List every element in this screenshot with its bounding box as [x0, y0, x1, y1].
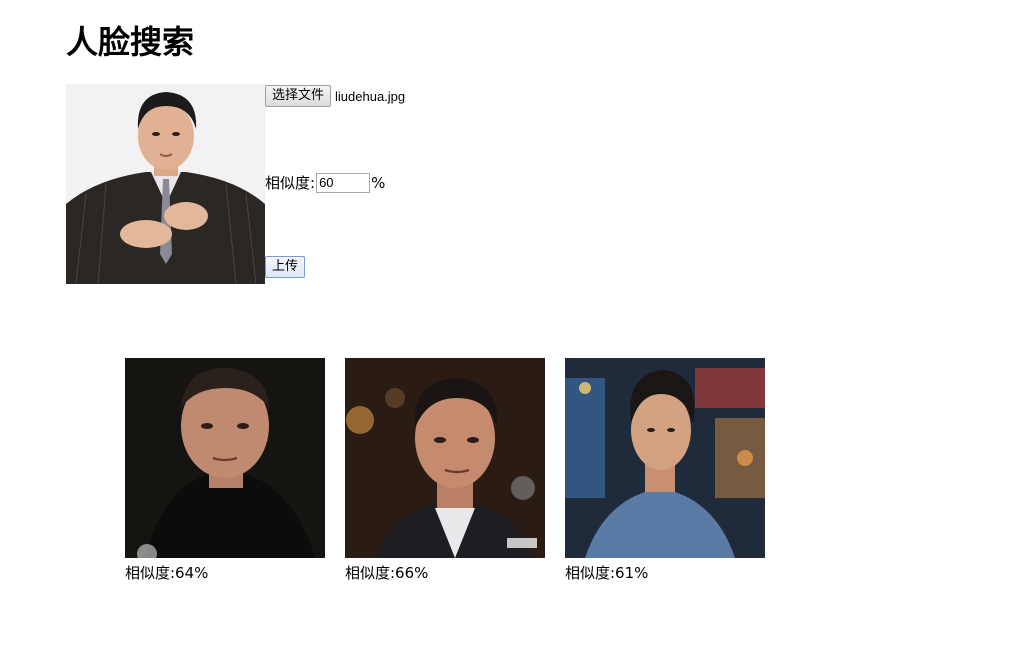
- upload-button[interactable]: 上传: [265, 256, 306, 278]
- result-similarity: 相似度:64%: [125, 564, 209, 582]
- file-picker-row: 选择文件 liudehua.jpg: [265, 85, 405, 107]
- choose-file-button[interactable]: 选择文件: [265, 85, 332, 107]
- page-title: 人脸搜索: [66, 23, 195, 61]
- result-card: 相似度:66%: [345, 358, 545, 588]
- result-photo[interactable]: [125, 358, 325, 558]
- similarity-unit: %: [371, 173, 386, 192]
- selected-file-name: liudehua.jpg: [335, 88, 406, 104]
- results-list: 相似度:64% 相似度:66% 相似度:61%: [125, 358, 765, 588]
- result-similarity: 相似度:61%: [565, 564, 649, 582]
- result-photo[interactable]: [565, 358, 765, 558]
- similarity-input[interactable]: [316, 172, 371, 193]
- similarity-label: 相似度:: [265, 174, 316, 192]
- result-card: 相似度:61%: [565, 358, 765, 588]
- query-photo: [66, 84, 265, 284]
- result-photo[interactable]: [345, 358, 545, 558]
- upload-row: 上传: [265, 256, 306, 278]
- similarity-row: 相似度: %: [265, 172, 385, 193]
- result-similarity: 相似度:66%: [345, 564, 429, 582]
- result-card: 相似度:64%: [125, 358, 325, 588]
- face-search-page: 人脸搜索 选择文件 liudehua.jpg 相似度: 60 % 上传 相似度:…: [0, 0, 1018, 647]
